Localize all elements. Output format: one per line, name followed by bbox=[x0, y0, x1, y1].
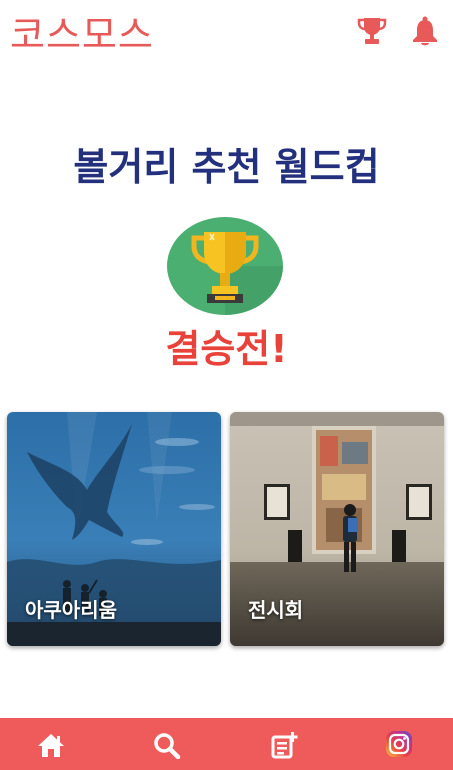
home-icon[interactable] bbox=[35, 731, 67, 759]
search-icon[interactable] bbox=[151, 731, 183, 760]
card-label: 전시회 bbox=[248, 598, 304, 622]
bell-icon[interactable] bbox=[410, 15, 440, 47]
candidate-card-exhibition[interactable]: 전시회 bbox=[230, 412, 444, 646]
candidate-card-aquarium[interactable]: 아쿠아리움 bbox=[7, 412, 221, 646]
app-header: 코스모스 bbox=[0, 0, 453, 60]
add-post-icon[interactable] bbox=[268, 731, 300, 759]
trophy-icon[interactable] bbox=[357, 15, 387, 47]
trophy-badge-icon bbox=[166, 216, 284, 316]
app-logo[interactable]: 코스모스 bbox=[10, 4, 154, 59]
instagram-icon[interactable] bbox=[384, 729, 414, 759]
page-title: 볼거리 추천 월드컵 bbox=[73, 145, 380, 189]
round-label: 결승전! bbox=[165, 327, 288, 371]
bottom-navigation bbox=[0, 718, 453, 770]
card-label: 아쿠아리움 bbox=[25, 598, 117, 622]
